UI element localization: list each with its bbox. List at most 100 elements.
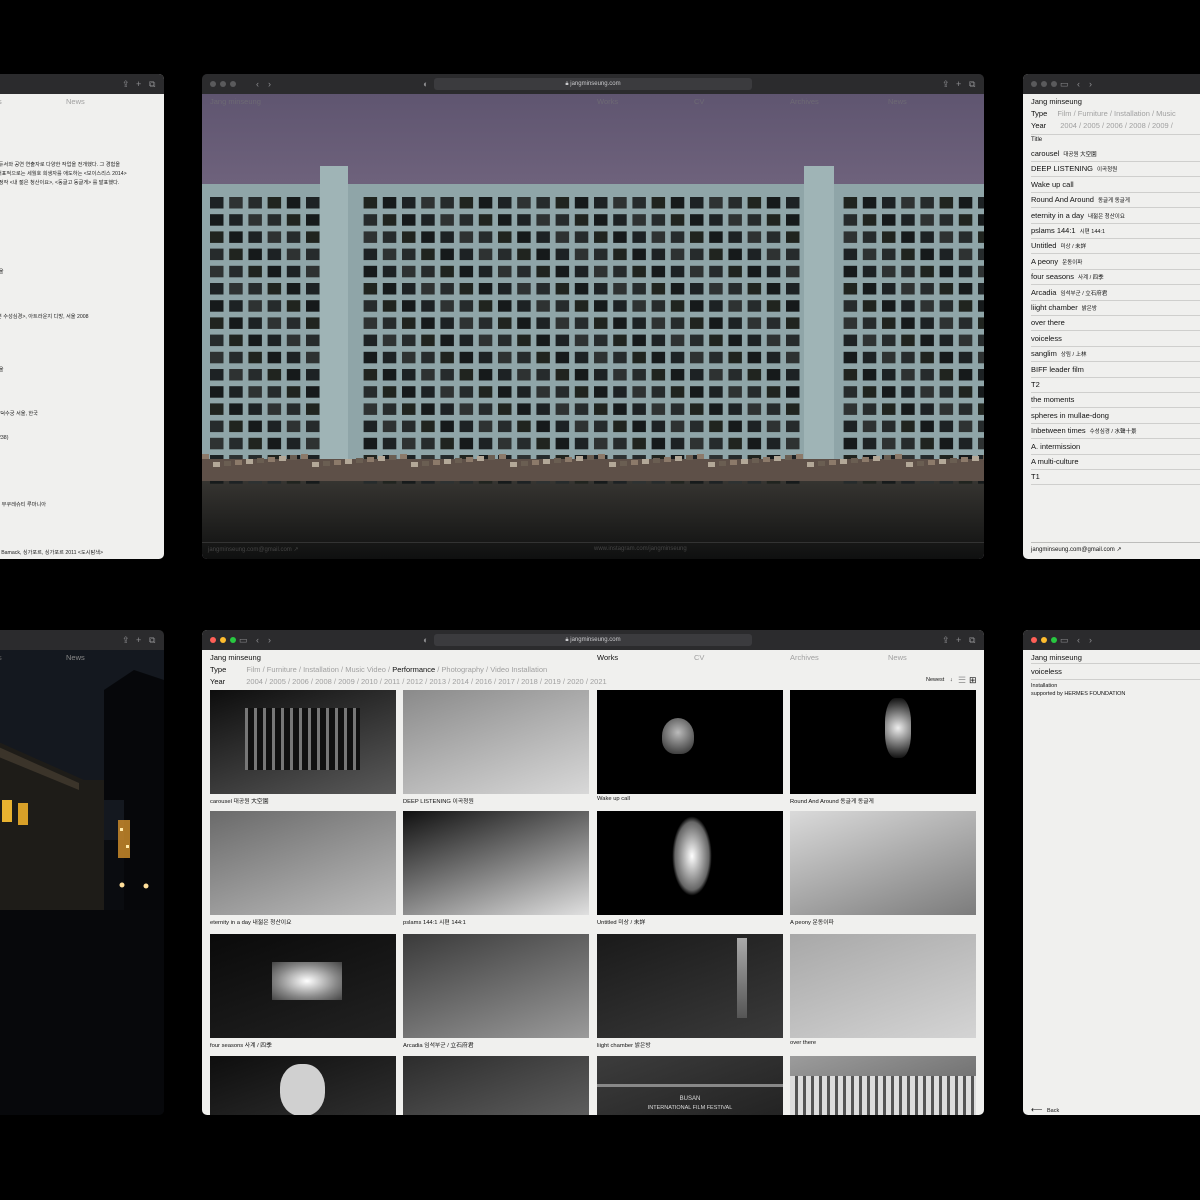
type-option[interactable]: Music Video (345, 665, 386, 674)
site-title[interactable]: Jang minseung (210, 653, 261, 662)
work-tile[interactable]: A peony 운동이파 (790, 811, 976, 927)
year-option[interactable]: 2005 (269, 677, 286, 686)
back-icon[interactable]: ‹ (256, 79, 259, 89)
sidebar-icon[interactable]: ▭ (1060, 635, 1069, 645)
work-tile[interactable]: pslams 144:1 시편 144:1 (403, 811, 589, 927)
work-tile[interactable]: carousel 대공원 大空園 (210, 690, 396, 806)
list-item[interactable]: DEEP LISTENING 이곡청원 (1031, 161, 1200, 178)
list-item[interactable]: Untitled 미상 / 未詳 (1031, 238, 1200, 255)
work-tile[interactable]: Round And Around 동글게 동글게 (790, 690, 976, 806)
nav-item-cv[interactable]: s (0, 653, 2, 662)
list-item[interactable]: A multi-culture (1031, 454, 1200, 470)
year-option[interactable]: 2011 (384, 677, 400, 686)
year-option[interactable]: 2014 (452, 677, 469, 686)
back-icon[interactable]: ‹ (1077, 79, 1080, 89)
year-option[interactable]: 2017 (498, 677, 515, 686)
work-tile[interactable] (210, 1056, 396, 1115)
new-tab-icon[interactable]: + (956, 79, 961, 89)
list-item[interactable]: over there (1031, 315, 1200, 332)
site-title[interactable]: Jang minseung (1031, 653, 1082, 662)
new-tab-icon[interactable]: + (136, 79, 141, 89)
list-item[interactable]: Inbetween times 수성심경 / 水聲十景 (1031, 423, 1200, 440)
type-option[interactable]: Video Installation (490, 665, 547, 674)
site-title[interactable]: Jang minseung (1031, 97, 1082, 106)
list-item[interactable]: Arcadia 임석부군 / 立石府君 (1031, 285, 1200, 301)
back-button[interactable]: ⟵ Back (1031, 1105, 1059, 1114)
address-bar[interactable]: 🔒︎ jangminseung.com (434, 634, 752, 646)
list-item[interactable]: Round And Around 동글게 동글게 (1031, 192, 1200, 209)
work-tile[interactable]: Arcadia 임석부군 / 立石府君 (403, 934, 589, 1050)
year-option[interactable]: 2018 (521, 677, 538, 686)
list-item[interactable]: liight chamber 밝은방 (1031, 300, 1200, 316)
list-item[interactable]: A peony 운동이파 (1031, 254, 1200, 270)
window-controls[interactable] (1031, 637, 1057, 643)
type-option[interactable]: Installation (303, 665, 339, 674)
new-tab-icon[interactable]: + (956, 635, 961, 645)
email-link[interactable]: jangminseung.com@gmail.com ↗ (208, 546, 299, 553)
tabs-overview-icon[interactable]: ⧉ (969, 79, 975, 89)
nav-item-news[interactable]: News (66, 97, 85, 106)
new-tab-icon[interactable]: + (136, 635, 141, 645)
back-icon[interactable]: ‹ (1077, 635, 1080, 645)
work-tile[interactable]: over there (790, 934, 976, 1050)
list-item[interactable]: T2 (1031, 377, 1200, 393)
forward-icon[interactable]: › (1089, 635, 1092, 645)
list-item[interactable]: BIFF leader film (1031, 362, 1200, 378)
year-option[interactable]: 2012 (406, 677, 423, 686)
nav-item-news[interactable]: News (66, 653, 85, 662)
list-item[interactable]: carousel 대공원 大空園 (1031, 146, 1200, 162)
forward-icon[interactable]: › (268, 79, 271, 89)
share-icon[interactable]: ⇪ (122, 635, 130, 645)
forward-icon[interactable]: › (1089, 79, 1092, 89)
menu-news-overlay[interactable]: News (888, 97, 907, 106)
list-view-icon[interactable]: ☰ (958, 675, 966, 686)
year-option[interactable]: 2019 (544, 677, 561, 686)
sidebar-icon[interactable]: ▭ (1060, 79, 1069, 89)
type-options[interactable]: Film / Furniture / Installation / Music (1057, 109, 1175, 118)
year-option[interactable]: 2010 (361, 677, 378, 686)
tabs-overview-icon[interactable]: ⧉ (969, 635, 975, 645)
list-item[interactable]: Wake up call (1031, 177, 1200, 193)
work-tile[interactable]: liight chamber 밝은방 (597, 934, 783, 1050)
list-item[interactable]: sanglim 상림 / 上林 (1031, 346, 1200, 363)
address-bar[interactable]: 🔒︎ jangminseung.com (434, 78, 752, 90)
work-tile[interactable] (403, 1056, 589, 1115)
list-item[interactable]: A. intermission (1031, 439, 1200, 455)
year-option[interactable]: 2008 (315, 677, 332, 686)
menu-cv[interactable]: CV (694, 653, 704, 662)
window-controls[interactable] (1031, 81, 1057, 87)
year-option[interactable]: 2009 (338, 677, 355, 686)
tabs-overview-icon[interactable]: ⧉ (149, 79, 155, 89)
forward-icon[interactable]: › (268, 635, 271, 645)
year-option[interactable]: 2004 (246, 677, 263, 686)
menu-cv-overlay[interactable]: CV (694, 97, 704, 106)
work-tile[interactable] (790, 1056, 976, 1115)
menu-works[interactable]: Works (597, 653, 618, 662)
window-controls[interactable] (210, 81, 236, 87)
year-option[interactable]: 2021 (590, 677, 607, 686)
year-option[interactable]: 2006 (292, 677, 309, 686)
list-item[interactable]: four seasons 사계 / 四季 (1031, 269, 1200, 286)
work-tile[interactable]: BUSAN INTERNATIONAL FILM FESTIVAL (597, 1056, 783, 1115)
type-option[interactable]: Photography (441, 665, 484, 674)
list-item[interactable]: pslams 144:1 시편 144:1 (1031, 223, 1200, 239)
list-item[interactable]: the moments (1031, 392, 1200, 409)
type-option[interactable]: Performance (392, 665, 435, 674)
nav-item-cv[interactable]: s (0, 97, 2, 106)
work-tile[interactable]: Wake up call (597, 690, 783, 806)
work-tile[interactable]: DEEP LISTENING 이곡청원 (403, 690, 589, 806)
menu-archives[interactable]: Archives (790, 653, 819, 662)
instagram-link[interactable]: www.instagram.com/jangminseung (594, 546, 687, 552)
work-tile[interactable]: eternity in a day 내젊은 청산이요 (210, 811, 396, 927)
email-link[interactable]: jangminseung.com@gmail.com ↗ (1031, 546, 1122, 553)
menu-archives-overlay[interactable]: Archives (790, 97, 819, 106)
year-option[interactable]: 2020 (567, 677, 584, 686)
year-option[interactable]: 2016 (475, 677, 492, 686)
work-tile[interactable]: four seasons 사계 / 四季 (210, 934, 396, 1050)
share-icon[interactable]: ⇪ (122, 79, 130, 89)
back-icon[interactable]: ‹ (256, 635, 259, 645)
year-option[interactable]: 2013 (429, 677, 446, 686)
grid-view-icon[interactable]: ⊞ (969, 675, 977, 686)
list-item[interactable]: T1 (1031, 469, 1200, 486)
year-options[interactable]: 2004 / 2005 / 2006 / 2008 / 2009 / (1060, 121, 1173, 130)
